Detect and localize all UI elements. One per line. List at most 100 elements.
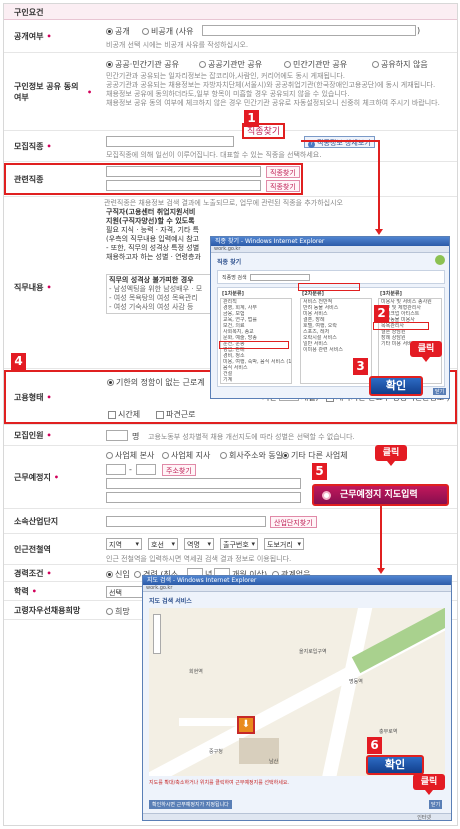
label-transit: 인근전철역 — [4, 535, 97, 564]
click-callout-3: 클릭 — [413, 774, 445, 795]
map-input-button[interactable]: 근무예정지 지도입력 — [312, 484, 449, 506]
radio-same-address[interactable]: 회사주소와 동일 — [220, 450, 283, 461]
job-note: 모집직종에 의해 일선이 이루어집니다. 대표할 수 있는 직종을 선택하세요. — [106, 151, 322, 159]
arrow-head-2 — [377, 568, 385, 574]
map-label: 명동역 — [349, 679, 363, 685]
row-recruit: 모집인원 • 명 고용노동부 성차별적 채용 개선지도에 따라 성별은 선택할 수… — [4, 426, 457, 446]
label-senior: 고령자우선채용희망 — [4, 602, 97, 619]
radio-private[interactable]: 비공개 (사유 — [142, 26, 193, 37]
address-search-button[interactable]: 주소찾기 — [162, 464, 196, 476]
popup1-logo-icon — [435, 255, 445, 265]
transit-exit-select[interactable]: 출구번호 — [220, 538, 258, 550]
step-2-badge: 2 — [374, 305, 389, 322]
map-popup: 지도 검색 - Windows Internet Explorer work.g… — [142, 575, 452, 821]
click-callout-1: 클릭 — [410, 341, 442, 362]
label-career: 경력조건 • — [4, 566, 97, 581]
row-disclosure: 공개여부 • 공개 비공개 (사유 ) 비공개 선택 시에는 비공개 사유를 작성… — [4, 21, 457, 53]
label-disclosure: 공개여부 • — [4, 21, 97, 52]
map-canvas[interactable]: ⬇ 을지로입구역명동역남산 회현역충무로역중구청 — [149, 608, 445, 776]
radio-senior-yes[interactable]: 희망 — [106, 606, 130, 617]
popup2-confirm-button[interactable]: 확인 — [366, 755, 424, 775]
disclosure-note: 비공개 선택 시에는 비공개 사유를 작성하십시오. — [106, 41, 249, 49]
transit-note: 인근 전철역을 입력하시면 역세권 검색 결과 정보로 이용됩니다. — [106, 555, 292, 563]
recruit-count-input[interactable] — [106, 430, 128, 441]
map-marker-icon[interactable]: ⬇ — [237, 716, 255, 734]
arrow-line-1a — [301, 140, 379, 142]
highlight-related — [4, 163, 303, 195]
click-callout-2: 클릭 — [375, 445, 407, 466]
job-search-popup: 직종 찾기 - Windows Internet Explorer work.g… — [210, 236, 450, 399]
arrow-line-2 — [380, 506, 382, 570]
private-reason-input[interactable] — [202, 25, 416, 36]
address-input-1[interactable] — [106, 478, 301, 489]
popup1-close-button[interactable]: 닫기 — [433, 388, 447, 395]
popup2-urlbar: work.go.kr — [143, 585, 451, 592]
arrow-line-1b — [378, 140, 380, 232]
transit-walk-select[interactable]: 도보거리 — [264, 538, 304, 550]
map-label: 을지로입구역 — [299, 649, 327, 655]
map-zoom-control[interactable] — [153, 614, 161, 654]
radio-newcomer[interactable]: 신입 — [106, 569, 130, 580]
radio-other[interactable]: 기타 다른 사업체 — [282, 450, 348, 461]
info-icon: ? — [308, 141, 315, 148]
popup1-highlight-2 — [298, 283, 360, 291]
transit-line-select[interactable]: 호선 — [148, 538, 178, 550]
industrial-input[interactable] — [106, 516, 266, 527]
recruit-unit: 명 — [132, 432, 140, 441]
row-industrial: 소속산업단지 산업단지찾기 — [4, 510, 457, 534]
popup-list-item[interactable]: 이미용 관련 서비스 — [301, 347, 371, 353]
job-detail-button[interactable]: ? 직종정보 상세보기 — [304, 136, 375, 148]
share-notes: 민간기관과 공유되는 일자리정보는 잡코리아,사람인, 커리어에도 동시 게재됩… — [106, 72, 440, 107]
popup2-statusbar: 인터넷 — [143, 813, 451, 821]
map-label: 남산 — [269, 759, 279, 765]
close-paren: ) — [417, 26, 421, 35]
zip-input-2[interactable] — [136, 464, 156, 475]
duty-example-box: 직무의 성격상 불가피한 경우 - 남성엑팅을 위한 남성배우 · 모 - 여성… — [106, 274, 214, 314]
popup1-lists: [1차분류] [2차분류] [3차분류] 관리직 경영, 회계, 사무 금융, 보험… — [217, 287, 445, 387]
map-label: 충무로역 — [379, 729, 398, 735]
radio-share-private[interactable]: 민간기관만 공유 — [284, 59, 347, 70]
popup1-confirm-button[interactable]: 확인 — [369, 376, 423, 396]
step-4-badge: 4 — [11, 353, 26, 370]
job-input[interactable] — [106, 136, 234, 147]
transit-station-select[interactable]: 역명 — [184, 538, 214, 550]
radio-share-none[interactable]: 공유하지 않음 — [372, 59, 428, 70]
arrow-head-1 — [375, 229, 383, 235]
step-5-badge: 5 — [312, 463, 327, 480]
popup1-heading: 직종 찾기 — [217, 259, 242, 266]
radio-hq[interactable]: 사업체 본사 — [106, 450, 154, 461]
label-duty: 직무내용 • — [4, 206, 97, 368]
row-job: 모집직종 • 직종찾기 ? 직종정보 상세보기 모집직종에 의해 일선이 이루어집니… — [4, 123, 457, 162]
popup2-titlebar: 지도 검색 - Windows Internet Explorer — [143, 576, 451, 585]
popup1-titlebar: 직종 찾기 - Windows Internet Explorer — [211, 237, 449, 246]
recruit-note: 고용노동부 성차별적 채용 개선지도에 따라 성별은 선택할 수 없습니다. — [148, 433, 355, 441]
row-share: 구인정보 공유 동의 여부 • 공공·민간기관 공유 공공기관만 공유 민간기관만… — [4, 54, 457, 131]
label-job: 모집직종 • — [4, 132, 97, 161]
popup1-search-input[interactable] — [250, 274, 310, 281]
map-label: 회현역 — [189, 669, 203, 675]
row-transit: 인근전철역 지역 호선 역명 출구번호 도보거리 인근 전철역을 입력하시면 역… — [4, 535, 457, 565]
map-label: 중구청 — [209, 749, 223, 755]
step-1-badge: 1 — [244, 110, 259, 127]
radio-share-public[interactable]: 공공기관만 공유 — [199, 59, 262, 70]
popup1-urlbar: work.go.kr — [211, 246, 449, 253]
popup1-search-area: 직종명 검색 — [217, 270, 445, 284]
popup-list-item[interactable]: 재료 — [221, 383, 291, 384]
radio-share-all[interactable]: 공공·민간기관 공유 — [106, 59, 179, 70]
map-pin-icon — [322, 491, 331, 500]
popup1-highlight-3 — [373, 322, 429, 330]
popup2-link-button[interactable]: 확인하시면 근무예정지가 지정됩니다 — [149, 800, 232, 809]
popup2-footer: 지도를 확대/축소하거나 위치를 클릭하여 근무예정지를 선택하세요. — [149, 780, 290, 786]
zip-dash: - — [129, 465, 132, 474]
popup2-close-button[interactable]: 닫기 — [429, 800, 443, 809]
radio-public[interactable]: 공개 — [106, 26, 130, 37]
transit-region-select[interactable]: 지역 — [106, 538, 142, 550]
duty-guide: 구직자(고용센터 취업지원서비 지원(구직자양선)할 수 있도록 필요 지식 ·… — [106, 208, 201, 261]
radio-branch[interactable]: 사업체 지사 — [162, 450, 210, 461]
popup2-heading: 지도 검색 서비스 — [149, 598, 192, 605]
label-industrial: 소속산업단지 — [4, 510, 97, 533]
industrial-search-button[interactable]: 산업단지찾기 — [270, 516, 317, 528]
address-input-2[interactable] — [106, 492, 301, 503]
label-education: 학력 • — [4, 583, 97, 600]
zip-input-1[interactable] — [106, 464, 126, 475]
